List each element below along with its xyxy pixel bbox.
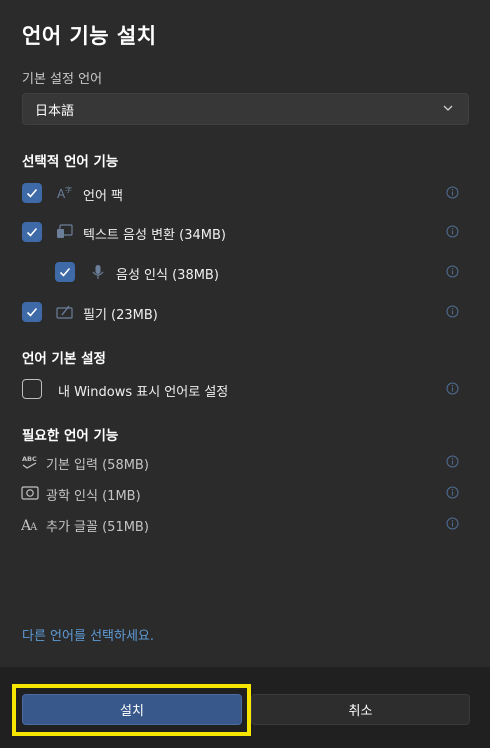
language-pack-icon: A 字 (57, 185, 72, 201)
info-icon[interactable] (446, 186, 459, 199)
optional-item-label: 텍스트 음성 변환 (34MB) (83, 228, 226, 243)
language-pack-checkbox[interactable] (22, 183, 42, 203)
microphone-icon (92, 265, 104, 279)
optional-item-text-to-speech: 텍스트 음성 변환 (34MB) (0, 219, 490, 247)
display-language-option: 내 Windows 표시 언어로 설정 (0, 376, 490, 404)
required-features-heading: 필요한 언어 기능 (22, 428, 119, 444)
required-item-basic-typing: ABC 기본 입력 (58MB) (0, 449, 490, 477)
optional-features-heading: 선택적 언어 기능 (22, 154, 119, 170)
install-language-features-dialog: 언어 기능 설치 기본 설정 언어 日本語 선택적 언어 기능 A 字 언어 팩… (0, 0, 490, 748)
font-icon: A A (21, 518, 38, 533)
info-icon[interactable] (446, 305, 459, 318)
info-icon[interactable] (446, 382, 459, 395)
display-language-label: 내 Windows 표시 언어로 설정 (58, 385, 229, 400)
required-item-label: 광학 인식 (1MB) (46, 489, 141, 504)
info-icon[interactable] (446, 486, 459, 499)
optional-item-speech-recognition: 음성 인식 (38MB) (0, 259, 490, 287)
info-icon[interactable] (446, 225, 459, 238)
required-item-label: 기본 입력 (58MB) (46, 458, 149, 473)
optional-item-handwriting: 필기 (23MB) (0, 299, 490, 327)
preferred-language-label: 기본 설정 언어 (22, 72, 103, 87)
info-icon[interactable] (446, 265, 459, 278)
text-to-speech-checkbox[interactable] (22, 222, 42, 242)
language-preferences-heading: 언어 기본 설정 (22, 351, 106, 367)
svg-text:ABC: ABC (22, 455, 37, 463)
svg-text:A: A (29, 522, 38, 533)
check-icon (59, 267, 71, 277)
optional-item-label: 언어 팩 (83, 189, 124, 204)
info-icon[interactable] (446, 517, 459, 530)
install-button[interactable]: 설치 (22, 694, 242, 725)
text-to-speech-icon (57, 224, 73, 238)
preferred-language-dropdown[interactable]: 日本語 (22, 93, 469, 125)
svg-text:字: 字 (65, 185, 72, 194)
optional-item-language-pack: A 字 언어 팩 (0, 180, 490, 208)
chevron-down-icon (443, 105, 453, 111)
optional-item-label: 음성 인식 (38MB) (116, 268, 219, 283)
handwriting-checkbox[interactable] (22, 302, 42, 322)
display-language-checkbox[interactable] (22, 379, 42, 399)
check-icon (26, 227, 38, 237)
required-item-label: 추가 글꼴 (51MB) (46, 520, 149, 535)
choose-other-language-link[interactable]: 다른 언어를 선택하세요. (22, 625, 154, 644)
check-icon (26, 307, 38, 317)
required-item-fonts: A A 추가 글꼴 (51MB) (0, 511, 490, 539)
required-item-ocr: 광학 인식 (1MB) (0, 480, 490, 508)
check-icon (26, 188, 38, 198)
info-icon[interactable] (446, 455, 459, 468)
optional-item-label: 필기 (23MB) (83, 308, 158, 323)
ocr-icon (21, 486, 39, 500)
dialog-title: 언어 기능 설치 (22, 24, 157, 48)
preferred-language-value: 日本語 (35, 103, 75, 119)
handwriting-icon (56, 305, 73, 319)
abc-typing-icon: ABC (22, 455, 37, 469)
cancel-button[interactable]: 취소 (251, 694, 470, 725)
speech-recognition-checkbox[interactable] (55, 262, 75, 282)
